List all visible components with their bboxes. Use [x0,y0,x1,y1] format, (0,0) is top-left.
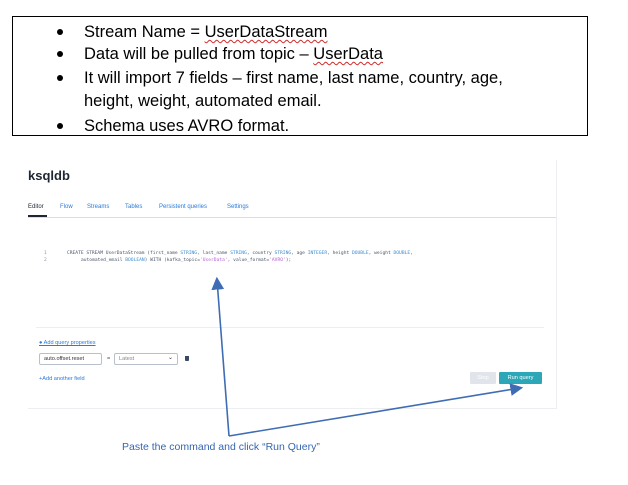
annotation-arrows [211,276,524,437]
arrow-to-run-button [228,383,524,437]
annotation-caption: Paste the command and click “Run Query” [122,441,320,453]
arrow-to-editor [211,276,230,437]
